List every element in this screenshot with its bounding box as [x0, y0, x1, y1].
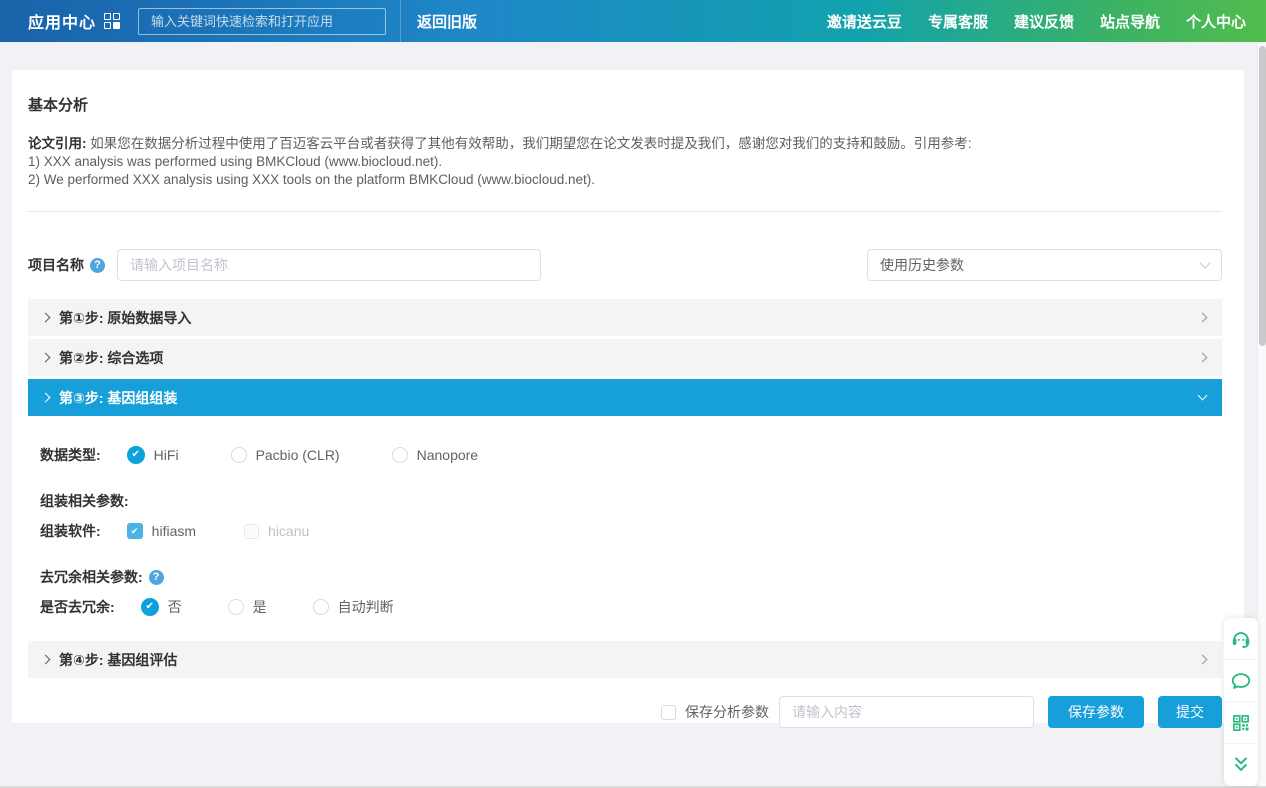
- radio-label: Pacbio (CLR): [256, 447, 340, 463]
- steps-accordion: 第①步: 原始数据导入 第②步: 综合选项 第③步: 基因组组装 数据类型: H…: [28, 299, 1222, 678]
- radio-icon: [141, 598, 159, 616]
- chat-bubble-icon: [1230, 670, 1252, 692]
- qr-code-icon: [1231, 713, 1251, 733]
- checkbox-label: hicanu: [268, 523, 309, 539]
- data-type-label: 数据类型:: [40, 445, 101, 465]
- page-title: 基本分析: [28, 94, 1222, 115]
- app-center-title[interactable]: 应用中心: [28, 9, 96, 33]
- history-params-value: 使用历史参数: [880, 255, 964, 275]
- step-3-header[interactable]: 第③步: 基因组组装: [28, 379, 1222, 416]
- radio-label: Nanopore: [417, 447, 479, 463]
- footer-actions: 保存分析参数 保存参数 提交: [28, 696, 1222, 752]
- step-4-header[interactable]: 第④步: 基因组评估: [28, 641, 1222, 678]
- radio-icon: [228, 599, 244, 615]
- radio-pacbio-clr[interactable]: Pacbio (CLR): [231, 447, 340, 463]
- history-params-select[interactable]: 使用历史参数: [867, 249, 1222, 281]
- citation-ref-2: 2) We performed XXX analysis using XXX t…: [28, 171, 1222, 189]
- project-name-row: 项目名称 ? 使用历史参数: [28, 249, 1222, 281]
- step-3-content: 数据类型: HiFi Pacbio (CLR) Nanopore 组装相关参数:…: [28, 419, 1222, 641]
- double-chevron-down-icon: [1231, 756, 1251, 774]
- app-search-input[interactable]: [138, 8, 386, 35]
- save-params-button[interactable]: 保存参数: [1048, 696, 1144, 728]
- save-params-checkbox-label: 保存分析参数: [685, 702, 769, 722]
- expand-arrow-icon: [1198, 655, 1208, 665]
- project-name-label: 项目名称: [28, 255, 84, 275]
- radio-label: HiFi: [154, 447, 179, 463]
- expand-arrow-icon: [1198, 353, 1208, 363]
- collapse-arrow-icon: [1198, 391, 1208, 401]
- redundancy-row: 是否去冗余: 否 是 自动判断: [40, 597, 1222, 617]
- submit-button[interactable]: 提交: [1158, 696, 1222, 728]
- radio-icon: [392, 447, 408, 463]
- citation-label: 论文引用:: [28, 136, 87, 151]
- radio-icon: [231, 447, 247, 463]
- step-4-title: 第④步: 基因组评估: [59, 650, 177, 670]
- nav-feedback[interactable]: 建议反馈: [1014, 11, 1074, 32]
- save-params-checkbox[interactable]: 保存分析参数: [661, 702, 769, 722]
- radio-label: 是: [253, 597, 267, 617]
- checkbox-icon: [127, 523, 143, 539]
- scrollbar-track: [1257, 42, 1266, 788]
- nav-invite-beans[interactable]: 邀请送云豆: [827, 11, 902, 32]
- radio-label: 否: [168, 597, 182, 617]
- radio-icon: [127, 446, 145, 464]
- citation-intro-text: 如果您在数据分析过程中使用了百迈客云平台或者获得了其他有效帮助，我们期望您在论文…: [90, 136, 971, 151]
- top-header: 应用中心 返回旧版 邀请送云豆 专属客服 建议反馈 站点导航 个人中心: [0, 0, 1266, 42]
- radio-hifi[interactable]: HiFi: [127, 446, 179, 464]
- project-name-help-icon[interactable]: ?: [90, 258, 105, 273]
- section-divider: [28, 211, 1222, 212]
- step-3-title: 第③步: 基因组组装: [59, 388, 177, 408]
- radio-yes[interactable]: 是: [228, 597, 267, 617]
- chevron-right-icon: [41, 393, 51, 403]
- radio-auto-judge[interactable]: 自动判断: [313, 597, 394, 617]
- chat-button[interactable]: [1224, 660, 1258, 702]
- floating-toolbar: [1224, 618, 1258, 786]
- chevron-right-icon: [41, 313, 51, 323]
- radio-icon: [313, 599, 329, 615]
- nav-site-map[interactable]: 站点导航: [1100, 11, 1160, 32]
- software-label: 组装软件:: [40, 521, 101, 541]
- redundancy-params-label: 去冗余相关参数: ?: [40, 567, 1222, 587]
- chevron-down-icon: [1199, 257, 1210, 268]
- checkbox-hicanu[interactable]: hicanu: [244, 523, 309, 539]
- redundancy-params-text: 去冗余相关参数:: [40, 567, 143, 587]
- nav-customer-service[interactable]: 专属客服: [928, 11, 988, 32]
- expand-arrow-icon: [1198, 313, 1208, 323]
- radio-no[interactable]: 否: [141, 597, 182, 617]
- header-divider: [400, 0, 401, 42]
- project-name-input[interactable]: [117, 249, 541, 281]
- step-2-header[interactable]: 第②步: 综合选项: [28, 339, 1222, 376]
- chevron-right-icon: [41, 353, 51, 363]
- header-nav: 邀请送云豆 专属客服 建议反馈 站点导航 个人中心: [827, 11, 1246, 32]
- scrollbar-thumb[interactable]: [1259, 46, 1266, 346]
- software-row: 组装软件: hifiasm hicanu: [40, 521, 1222, 541]
- step-1-header[interactable]: 第①步: 原始数据导入: [28, 299, 1222, 336]
- save-params-name-input[interactable]: [779, 696, 1034, 728]
- chevron-right-icon: [41, 655, 51, 665]
- checkbox-hifiasm[interactable]: hifiasm: [127, 523, 196, 539]
- back-to-old-version-link[interactable]: 返回旧版: [417, 11, 477, 32]
- checkbox-icon: [661, 705, 676, 720]
- nav-personal-center[interactable]: 个人中心: [1186, 11, 1246, 32]
- collapse-toolbar-button[interactable]: [1224, 744, 1258, 786]
- qr-code-button[interactable]: [1224, 702, 1258, 744]
- app-grid-icon[interactable]: [104, 13, 120, 29]
- citation-ref-1: 1) XXX analysis was performed using BMKC…: [28, 153, 1222, 171]
- checkbox-icon: [244, 524, 259, 539]
- step-1-title: 第①步: 原始数据导入: [59, 308, 191, 328]
- data-type-row: 数据类型: HiFi Pacbio (CLR) Nanopore: [40, 445, 1222, 465]
- headset-icon: [1230, 628, 1252, 650]
- citation-intro: 论文引用: 如果您在数据分析过程中使用了百迈客云平台或者获得了其他有效帮助，我们…: [28, 135, 1222, 153]
- redundancy-help-icon[interactable]: ?: [149, 570, 164, 585]
- assembly-params-label: 组装相关参数:: [40, 491, 1222, 511]
- checkbox-label: hifiasm: [152, 523, 196, 539]
- radio-label: 自动判断: [338, 597, 394, 617]
- step-2-title: 第②步: 综合选项: [59, 348, 163, 368]
- main-panel: 基本分析 论文引用: 如果您在数据分析过程中使用了百迈客云平台或者获得了其他有效…: [12, 70, 1244, 723]
- radio-nanopore[interactable]: Nanopore: [392, 447, 479, 463]
- citation-block: 论文引用: 如果您在数据分析过程中使用了百迈客云平台或者获得了其他有效帮助，我们…: [28, 135, 1222, 189]
- customer-service-button[interactable]: [1224, 618, 1258, 660]
- redundancy-label: 是否去冗余:: [40, 597, 115, 617]
